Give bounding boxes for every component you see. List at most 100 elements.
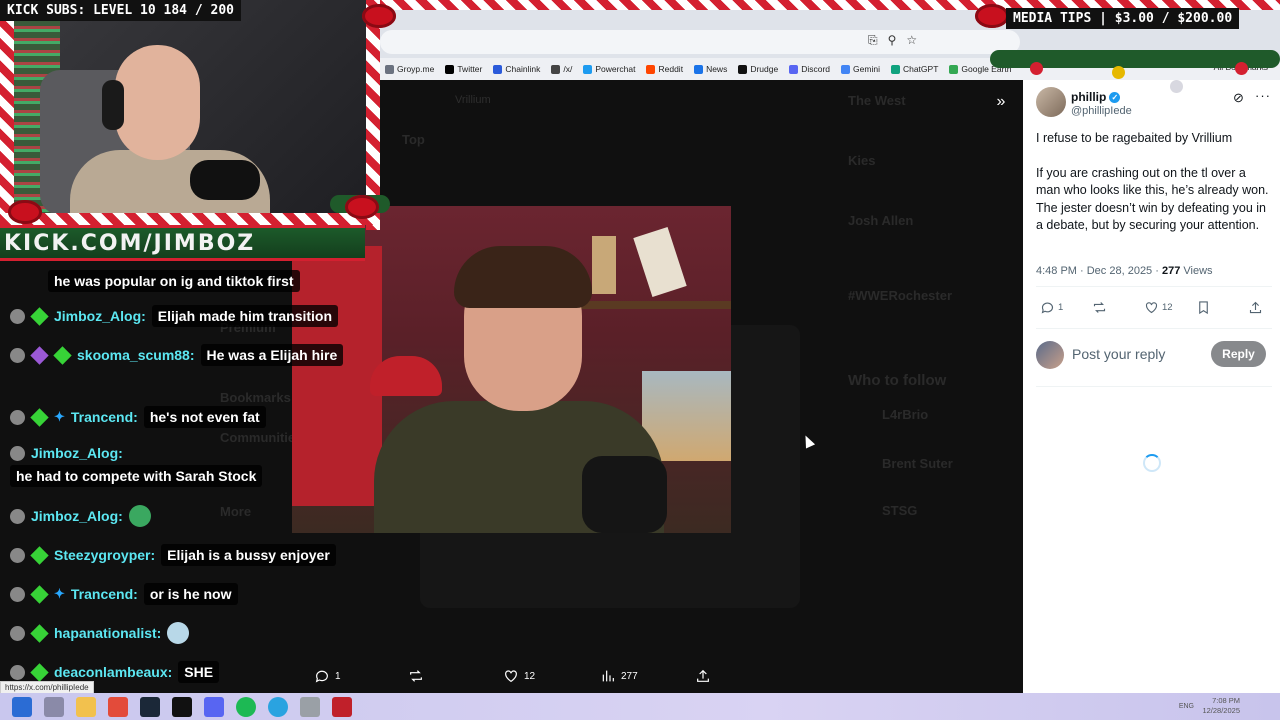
- chat-user-avatar: [10, 409, 25, 425]
- repost-icon: [410, 670, 422, 682]
- share-icon: [1249, 301, 1262, 314]
- install-icon[interactable]: ⎘: [868, 33, 878, 48]
- chat-user-avatar: [10, 347, 25, 363]
- tweet-time[interactable]: 4:48 PM · Dec 28, 2025 ·: [1036, 265, 1162, 277]
- bookmark-item[interactable]: Twitter: [445, 64, 482, 74]
- chat-username[interactable]: Jimboz_Alog:: [31, 445, 123, 461]
- chat-username[interactable]: hapanationalist:: [54, 625, 161, 641]
- bookmark-item[interactable]: Discord: [789, 64, 830, 74]
- bookmark-item[interactable]: ChatGPT: [890, 64, 939, 74]
- bookmark-favicon-icon: [583, 64, 593, 74]
- share-button[interactable]: [1248, 300, 1263, 315]
- grok-icon[interactable]: ⊘: [1233, 90, 1244, 106]
- candy-cane-frame: [0, 0, 14, 230]
- webcam: [0, 0, 380, 215]
- chat-user-avatar: [10, 586, 25, 602]
- chat-text: Elijah is a bussy enjoyer: [161, 544, 336, 566]
- modal-like-count: 12: [524, 670, 536, 682]
- system-clock[interactable]: 7:08 PM 12/28/2025: [1202, 696, 1240, 716]
- discord-icon[interactable]: [204, 696, 224, 717]
- video-red-cap: [370, 356, 442, 396]
- repost-button[interactable]: [1092, 300, 1107, 315]
- address-bar[interactable]: [380, 30, 1020, 54]
- video-person-hair: [454, 246, 592, 308]
- steam-icon[interactable]: [140, 696, 160, 717]
- language-indicator[interactable]: ENG: [1179, 703, 1194, 710]
- modal-views[interactable]: 277: [600, 668, 638, 684]
- bookmark-label: Discord: [801, 64, 831, 74]
- bookmark-item[interactable]: Powerchat: [583, 64, 635, 74]
- chat-message: Steezygroyper: Elijah is a bussy enjoyer: [10, 544, 336, 566]
- chat-username[interactable]: deaconlambeaux:: [54, 664, 172, 680]
- avatar[interactable]: [1036, 87, 1066, 117]
- kick-banner: KICK.COM/JIMBOZ: [0, 225, 365, 261]
- more-options-icon[interactable]: ···: [1255, 88, 1271, 103]
- gem-badge-icon: [53, 345, 72, 365]
- chat-username[interactable]: Jimboz_Alog:: [31, 508, 123, 524]
- modal-like-button[interactable]: 12: [503, 668, 535, 684]
- divider: [1036, 386, 1272, 387]
- clock-time: 7:08 PM: [1212, 696, 1240, 705]
- modal-repost-button[interactable]: [408, 668, 424, 684]
- chat-user-avatar: [10, 445, 25, 461]
- terminal-icon[interactable]: [172, 696, 192, 717]
- user-handle[interactable]: @phillipIede: [1071, 105, 1132, 117]
- ghost-who-to-follow: Who to follow: [848, 372, 947, 389]
- video-microphone: [582, 456, 667, 533]
- bookmark-button[interactable]: [1196, 300, 1211, 315]
- ghost-trend-4: #WWERochester: [848, 288, 953, 303]
- reply-button[interactable]: 1: [1040, 300, 1063, 315]
- bookmark-item[interactable]: Gemini: [841, 64, 880, 74]
- bookmark-item[interactable]: News: [694, 64, 727, 74]
- kick-url: KICK.COM/JIMBOZ: [4, 231, 256, 256]
- expand-panel-icon[interactable]: »: [990, 92, 1012, 114]
- task-view-icon[interactable]: [44, 696, 64, 717]
- webcam-head: [115, 45, 200, 160]
- chat-username[interactable]: Steezygroyper:: [54, 547, 155, 563]
- bookmark-label: ChatGPT: [902, 64, 939, 74]
- like-button[interactable]: 12: [1144, 300, 1173, 315]
- gem-badge-icon: [30, 662, 49, 682]
- bookmark-item[interactable]: Reddit: [646, 64, 683, 74]
- chat-username[interactable]: skooma_scum88:: [77, 347, 195, 363]
- display-name[interactable]: phillip ✓: [1071, 90, 1121, 104]
- bookmark-item[interactable]: Drudge: [738, 64, 778, 74]
- bookmark-label: /x/: [563, 64, 573, 74]
- heart-icon: [1145, 302, 1158, 314]
- chat-username[interactable]: Trancend:: [71, 409, 138, 425]
- reply-input[interactable]: Post your reply: [1072, 346, 1165, 362]
- chat-username[interactable]: Trancend:: [71, 586, 138, 602]
- screen: ⎘ ⚲ ☆ Groyp.me Twitter Chainlink/x/Powerch…: [0, 0, 1280, 720]
- chat-message: deaconlambeaux: SHE: [10, 661, 220, 683]
- obs-icon[interactable]: [332, 696, 352, 717]
- bookmark-label: Powerchat: [595, 64, 636, 74]
- share-icon: [697, 669, 709, 682]
- bookmark-label: Groyp.me: [397, 64, 435, 74]
- modal-share-button[interactable]: [695, 668, 711, 684]
- ghost-follow-1: L4rBrio: [882, 407, 929, 422]
- reply-avatar: [1036, 341, 1064, 369]
- chat-text: or is he now: [143, 583, 238, 605]
- chat-username[interactable]: Jimboz_Alog:: [54, 308, 146, 324]
- bookmark-favicon-icon: [841, 64, 851, 74]
- bookmark-item[interactable]: Chainlink: [493, 64, 540, 74]
- star-icon[interactable]: ☆: [906, 33, 917, 48]
- zoom-icon[interactable]: ⚲: [888, 33, 897, 48]
- bookmark-label: Gemini: [853, 64, 880, 74]
- modal-view-count: 277: [621, 670, 638, 682]
- chrome-icon[interactable]: [108, 696, 128, 717]
- bookmark-item[interactable]: Groyp.me: [385, 64, 434, 74]
- bookmark-label: Drudge: [750, 64, 779, 74]
- bookmark-icon: [1199, 301, 1208, 315]
- app-icon[interactable]: [300, 696, 320, 717]
- reply-submit-button[interactable]: Reply: [1211, 341, 1266, 367]
- file-explorer-icon[interactable]: [76, 696, 96, 717]
- telegram-icon[interactable]: [268, 696, 288, 717]
- chat-message: Jimboz_Alog: Elijah made him transition: [10, 305, 339, 327]
- start-button-icon[interactable]: [12, 696, 32, 717]
- divider: [1036, 286, 1272, 287]
- spotify-icon[interactable]: [236, 696, 256, 717]
- webcam-microphone: [190, 160, 260, 200]
- tweet-paragraph-1: I refuse to be ragebaited by Vrillium: [1036, 131, 1233, 145]
- bookmark-item[interactable]: /x/: [551, 64, 572, 74]
